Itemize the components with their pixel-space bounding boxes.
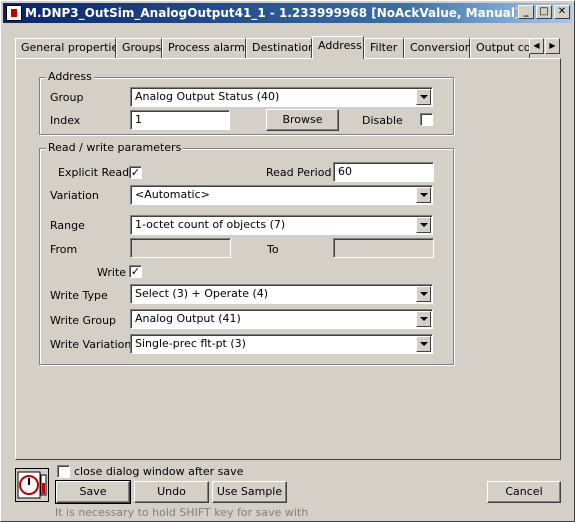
variation-select[interactable]: <Automatic> (130, 185, 433, 205)
save-button[interactable]: Save (55, 480, 131, 504)
explicit-read-checkbox[interactable]: ✓ (129, 166, 142, 179)
chevron-down-icon[interactable] (416, 311, 431, 327)
window-title: M.DNP3_OutSim_AnalogOutput41_1 - 1.23399… (25, 6, 517, 20)
tab-groups[interactable]: Groups (116, 38, 162, 58)
tab-filter[interactable]: Filter (364, 38, 404, 58)
write-label: Write (97, 266, 127, 279)
explicit-read-label: Explicit Read (58, 166, 130, 179)
group-select-value: Analog Output Status (40) (135, 90, 280, 103)
read-period-label: Read Period (266, 166, 332, 179)
disable-label: Disable (362, 114, 403, 127)
write-variation-label: Write Variation (50, 338, 132, 351)
tab-destination[interactable]: Destination (246, 38, 315, 58)
address-group-title: Address (46, 70, 94, 83)
read-write-groupbox: Read / write parameters Explicit Read ✓ … (39, 141, 454, 365)
read-write-group-title: Read / write parameters (46, 141, 184, 154)
close-after-save-checkbox[interactable] (57, 465, 70, 478)
tab-general-properties[interactable]: General properties (15, 38, 124, 58)
write-group-select[interactable]: Analog Output (41) (130, 309, 433, 329)
chevron-down-icon[interactable] (416, 336, 431, 352)
to-label: To (267, 243, 279, 256)
disable-checkbox[interactable] (420, 113, 433, 126)
cancel-button[interactable]: Cancel (487, 481, 561, 503)
tab-address[interactable]: Address (312, 36, 364, 59)
to-input[interactable] (333, 238, 434, 258)
group-select[interactable]: Analog Output Status (40) (130, 87, 433, 107)
undo-button[interactable]: Undo (134, 481, 209, 503)
save-hint-text: It is necessary to hold SHIFT key for sa… (55, 506, 309, 519)
write-type-select[interactable]: Select (3) + Operate (4) (130, 284, 433, 304)
title-bar[interactable]: M.DNP3_OutSim_AnalogOutput41_1 - 1.23399… (3, 3, 572, 23)
write-group-label: Write Group (50, 314, 117, 327)
tab-process-alarms[interactable]: Process alarms (162, 38, 251, 58)
group-label: Group (50, 91, 84, 104)
close-after-save-label: close dialog window after save (74, 465, 244, 478)
dialog-window: M.DNP3_OutSim_AnalogOutput41_1 - 1.23399… (0, 0, 575, 522)
from-label: From (50, 243, 78, 256)
chevron-down-icon[interactable] (416, 89, 431, 105)
use-sample-button[interactable]: Use Sample (212, 481, 287, 503)
write-type-select-value: Select (3) + Operate (4) (135, 287, 269, 300)
range-label: Range (50, 219, 85, 232)
browse-button[interactable]: Browse (266, 109, 339, 131)
write-variation-select-value: Single-prec flt-pt (3) (135, 337, 246, 350)
tab-strip: General properties Groups Process alarms… (15, 36, 563, 59)
from-input[interactable] (130, 238, 231, 258)
write-variation-select[interactable]: Single-prec flt-pt (3) (130, 334, 433, 354)
tag-config-icon (15, 468, 49, 502)
close-button[interactable]: ✕ (554, 5, 570, 19)
read-period-input[interactable]: 60 (333, 162, 434, 182)
write-group-select-value: Analog Output (41) (135, 312, 241, 325)
chevron-down-icon[interactable] (416, 217, 431, 233)
maximize-button[interactable]: □ (536, 5, 552, 19)
tab-scroll-left-icon[interactable]: ◀ (529, 38, 544, 54)
range-select-value: 1-octet count of objects (7) (135, 218, 286, 231)
tab-conversion[interactable]: Conversion (404, 38, 472, 58)
range-select[interactable]: 1-octet count of objects (7) (130, 215, 433, 235)
address-groupbox: Address Group Analog Output Status (40) … (39, 70, 454, 135)
index-input[interactable]: 1 (130, 110, 230, 130)
variation-select-value: <Automatic> (135, 188, 210, 201)
write-type-label: Write Type (50, 289, 108, 302)
variation-label: Variation (50, 189, 99, 202)
index-label: Index (50, 114, 81, 127)
tab-panel-address: Address Group Analog Output Status (40) … (15, 58, 561, 460)
tab-output-control[interactable]: Output con (470, 38, 530, 58)
chevron-down-icon[interactable] (416, 187, 431, 203)
tab-scroll-right-icon[interactable]: ▶ (545, 38, 560, 54)
app-title-icon (6, 5, 22, 21)
write-checkbox[interactable]: ✓ (129, 265, 142, 278)
minimize-button[interactable]: _ (518, 5, 534, 19)
chevron-down-icon[interactable] (416, 286, 431, 302)
